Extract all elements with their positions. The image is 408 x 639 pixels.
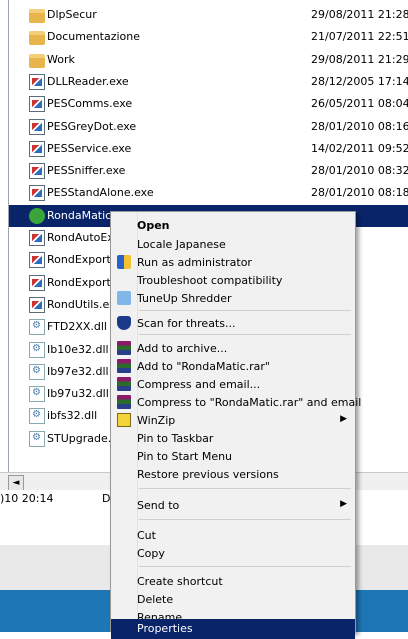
file-date-modified: 14/02/2011 09:52 [311, 141, 408, 155]
winrar-icon [117, 377, 131, 391]
file-name: Documentazione [47, 30, 141, 44]
file-date-modified: 28/01/2010 08:18 [311, 186, 408, 200]
file-date-modified: 29/08/2011 21:29 [311, 52, 408, 66]
file-name: RondExport [47, 253, 111, 267]
file-row[interactable]: PESStandAlone.exe 28/01/2010 08:18 [9, 182, 408, 204]
file-date-modified: 28/01/2010 08:32 [311, 164, 408, 178]
menu-separator [139, 334, 351, 335]
file-name: PESSniffer.exe [47, 164, 126, 178]
exe-icon [29, 163, 45, 180]
file-name: FTD2XX.dll [47, 320, 107, 334]
file-row[interactable]: PESComms.exe 26/05/2011 08:04 [9, 93, 408, 115]
exe-icon [29, 185, 45, 202]
file-name: PESService.exe [47, 141, 132, 155]
file-date-modified: 28/12/2005 17:14 [311, 74, 408, 88]
file-name: Ib97e32.dll [47, 364, 109, 378]
menu-separator [139, 519, 351, 520]
menu-item-create-shortcut[interactable]: Create shortcut [111, 572, 355, 592]
menu-item-compress-email[interactable]: Compress and email... [111, 375, 355, 395]
file-date-modified: 21/07/2011 22:51 [311, 30, 408, 44]
dll-icon [29, 319, 45, 336]
antivirus-shield-icon [117, 316, 131, 330]
dll-icon [29, 386, 45, 403]
context-menu: Open Locale Japanese Run as administrato… [110, 211, 361, 639]
submenu-arrow-icon: ▶ [340, 414, 347, 424]
exe-icon [29, 230, 45, 246]
menu-item-troubleshoot[interactable]: Troubleshoot compatibility [111, 271, 355, 291]
winrar-icon [117, 359, 131, 373]
file-row[interactable]: PESService.exe 14/02/2011 09:52 [9, 138, 408, 160]
file-row[interactable]: DLLReader.exe 28/12/2005 17:14 [9, 71, 408, 93]
dll-icon [29, 363, 45, 380]
file-row[interactable]: Work 29/08/2011 21:29 [9, 49, 408, 71]
menu-item-add-archive[interactable]: Add to archive... [111, 339, 355, 359]
status-date: )10 20:14 [0, 492, 54, 505]
menu-item-pin-taskbar[interactable]: Pin to Taskbar [111, 429, 355, 449]
file-name: RondaMatic [47, 208, 112, 222]
exe-icon [29, 96, 45, 113]
dll-icon [29, 408, 45, 425]
exe-icon [29, 296, 45, 313]
app-icon [29, 207, 45, 224]
exe-icon [29, 140, 45, 157]
file-name: Work [47, 52, 75, 66]
menu-item-scan-threats[interactable]: Scan for threats... [111, 314, 355, 334]
winrar-icon [117, 341, 131, 355]
file-row[interactable]: DlpSecur 29/08/2011 21:28 [9, 4, 408, 26]
file-date-modified: 28/01/2010 08:16 [311, 119, 408, 133]
menu-item-winzip[interactable]: WinZip ▶ [111, 411, 355, 431]
file-name: PESComms.exe [47, 97, 133, 111]
menu-item-cut[interactable]: Cut [111, 526, 355, 546]
menu-item-properties[interactable]: Properties [111, 619, 355, 639]
file-name: PESStandAlone.exe [47, 186, 154, 200]
menu-separator [139, 488, 351, 489]
folder-icon [29, 31, 45, 46]
winrar-icon [117, 395, 131, 409]
menu-item-pin-start[interactable]: Pin to Start Menu [111, 447, 355, 467]
menu-item-copy[interactable]: Copy [111, 544, 355, 564]
menu-item-restore-versions[interactable]: Restore previous versions [111, 465, 355, 485]
menu-item-compress-rar-email[interactable]: Compress to "RondaMatic.rar" and email [111, 393, 361, 413]
file-name: DLLReader.exe [47, 74, 129, 88]
menu-item-delete[interactable]: Delete [111, 590, 355, 610]
file-date-modified: 26/05/2011 08:04 [311, 97, 408, 111]
menu-item-open[interactable]: Open [111, 216, 355, 236]
exe-icon [29, 252, 45, 269]
file-name: STUpgrade. [47, 431, 112, 445]
menu-separator [139, 566, 351, 567]
menu-item-run-as-admin[interactable]: Run as administrator [111, 253, 355, 273]
file-date-modified: 29/08/2011 21:28 [311, 8, 408, 21]
file-row[interactable]: PESGreyDot.exe 28/01/2010 08:16 [9, 116, 408, 138]
file-name: DlpSecur [47, 8, 97, 21]
file-name: Ib10e32.dll [47, 342, 109, 356]
winzip-icon [117, 413, 131, 427]
exe-icon [29, 118, 45, 135]
scroll-left-arrow-icon[interactable]: ◄ [8, 475, 24, 491]
exe-icon [29, 73, 45, 90]
dll-icon [29, 430, 45, 447]
file-name: RondUtils.ex [47, 297, 116, 311]
file-row[interactable]: Documentazione 21/07/2011 22:51 [9, 26, 408, 48]
dll-icon [29, 341, 45, 358]
menu-item-add-rar[interactable]: Add to "RondaMatic.rar" [111, 357, 355, 377]
file-name: PESGreyDot.exe [47, 119, 137, 133]
exe-icon [29, 274, 45, 291]
tuneup-shredder-icon [117, 291, 131, 305]
folder-icon [29, 53, 45, 68]
file-name: RondExportI [47, 275, 115, 289]
submenu-arrow-icon: ▶ [340, 499, 347, 509]
menu-item-tuneup-shredder[interactable]: TuneUp Shredder [111, 289, 355, 309]
file-row[interactable]: PESSniffer.exe 28/01/2010 08:32 [9, 160, 408, 182]
menu-item-send-to[interactable]: Send to ▶ [111, 496, 355, 516]
file-name: ibfs32.dll [47, 409, 98, 423]
menu-separator [139, 310, 351, 311]
menu-item-locale-japanese[interactable]: Locale Japanese [111, 235, 355, 255]
file-name: RondAutoEx [47, 231, 114, 244]
uac-shield-icon [117, 255, 131, 269]
file-name: Ib97u32.dll [47, 387, 109, 401]
folder-icon [29, 9, 45, 23]
